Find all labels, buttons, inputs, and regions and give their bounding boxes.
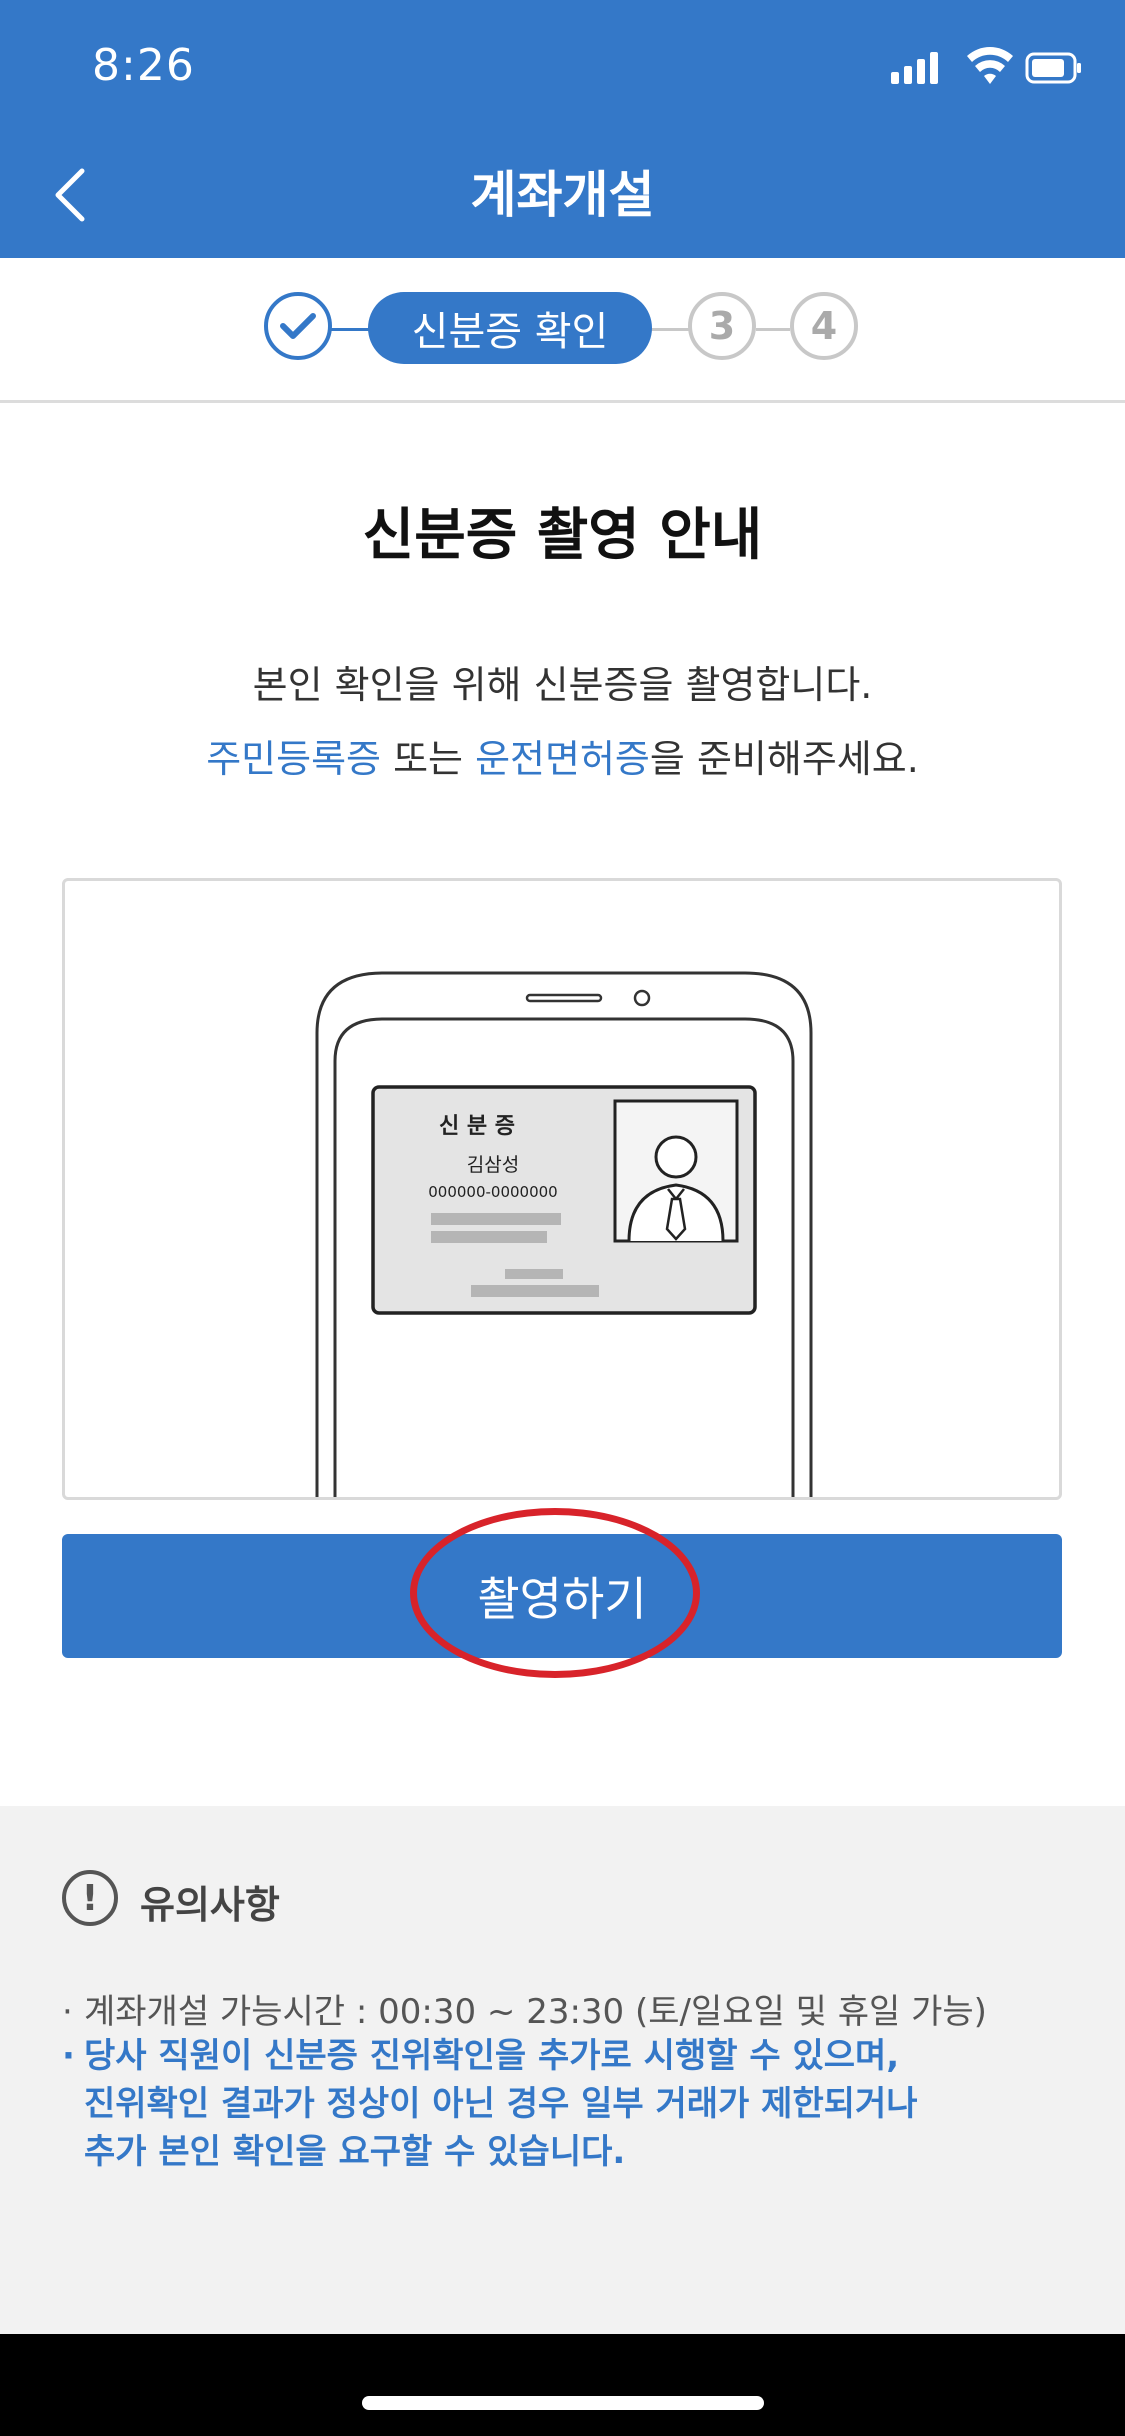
description-line-2: 주민등록증 또는 운전면허증을 준비해주세요. [0, 728, 1125, 783]
status-time: 8:26 [92, 40, 195, 91]
notice-item: · 당사 직원이 신분증 진위확인을 추가로 시행할 수 있으며, 진위확인 결… [62, 2032, 918, 2176]
status-icons [891, 47, 1081, 84]
notice-item-text: 당사 직원이 신분증 진위확인을 추가로 시행할 수 있으며, 진위확인 결과가… [84, 2036, 918, 2172]
id-card-name: 김삼성 [467, 1154, 519, 1176]
page-title: 계좌개설 [470, 166, 655, 224]
cellular-signal-icon [891, 52, 938, 84]
app-header: 8:26 계좌개설 [0, 0, 1125, 258]
notice-title: 유의사항 [140, 1883, 280, 1927]
description-tail: 을 준비해주세요. [649, 737, 919, 781]
id-card-number: 000000-0000000 [428, 1183, 557, 1201]
notice-item-text: 계좌개설 가능시간 : 00:30 ~ 23:30 (토/일요일 및 휴일 가능… [84, 1992, 987, 2032]
step-connector [330, 328, 372, 331]
resident-card-link: 주민등록증 [206, 737, 381, 781]
bullet: · [62, 2036, 75, 2076]
step-1-completed [264, 292, 332, 360]
notice-item: · 계좌개설 가능시간 : 00:30 ~ 23:30 (토/일요일 및 휴일 … [62, 1988, 987, 2036]
phone-with-id-card-illustration: 신 분 증 김삼성 000000-0000000 [315, 971, 813, 1497]
id-capture-illustration: 신 분 증 김삼성 000000-0000000 [62, 878, 1062, 1500]
bottom-bar [0, 2334, 1125, 2436]
wifi-icon [967, 47, 1013, 84]
bullet: · [62, 1992, 73, 2032]
exclamation-icon: ! [62, 1870, 118, 1926]
take-photo-button[interactable]: 촬영하기 [62, 1534, 1062, 1658]
driver-license-link: 운전면허증 [475, 737, 650, 781]
step-3: 3 [688, 292, 756, 360]
description-separator: 또는 [381, 737, 476, 781]
step-2-active: 신분증 확인 [368, 292, 652, 364]
step-4: 4 [790, 292, 858, 360]
check-icon [280, 313, 316, 339]
home-indicator[interactable] [362, 2396, 764, 2410]
description-line-1: 본인 확인을 위해 신분증을 촬영합니다. [252, 663, 873, 707]
id-card-title: 신 분 증 [439, 1114, 515, 1139]
battery-icon [1025, 52, 1081, 84]
step-connector [650, 328, 690, 331]
step-connector [756, 328, 790, 331]
section-title: 신분증 촬영 안내 [362, 503, 763, 568]
progress-stepper: 신분증 확인 3 4 [0, 258, 1125, 403]
notice-section: ! 유의사항 · 계좌개설 가능시간 : 00:30 ~ 23:30 (토/일요… [0, 1806, 1125, 2334]
